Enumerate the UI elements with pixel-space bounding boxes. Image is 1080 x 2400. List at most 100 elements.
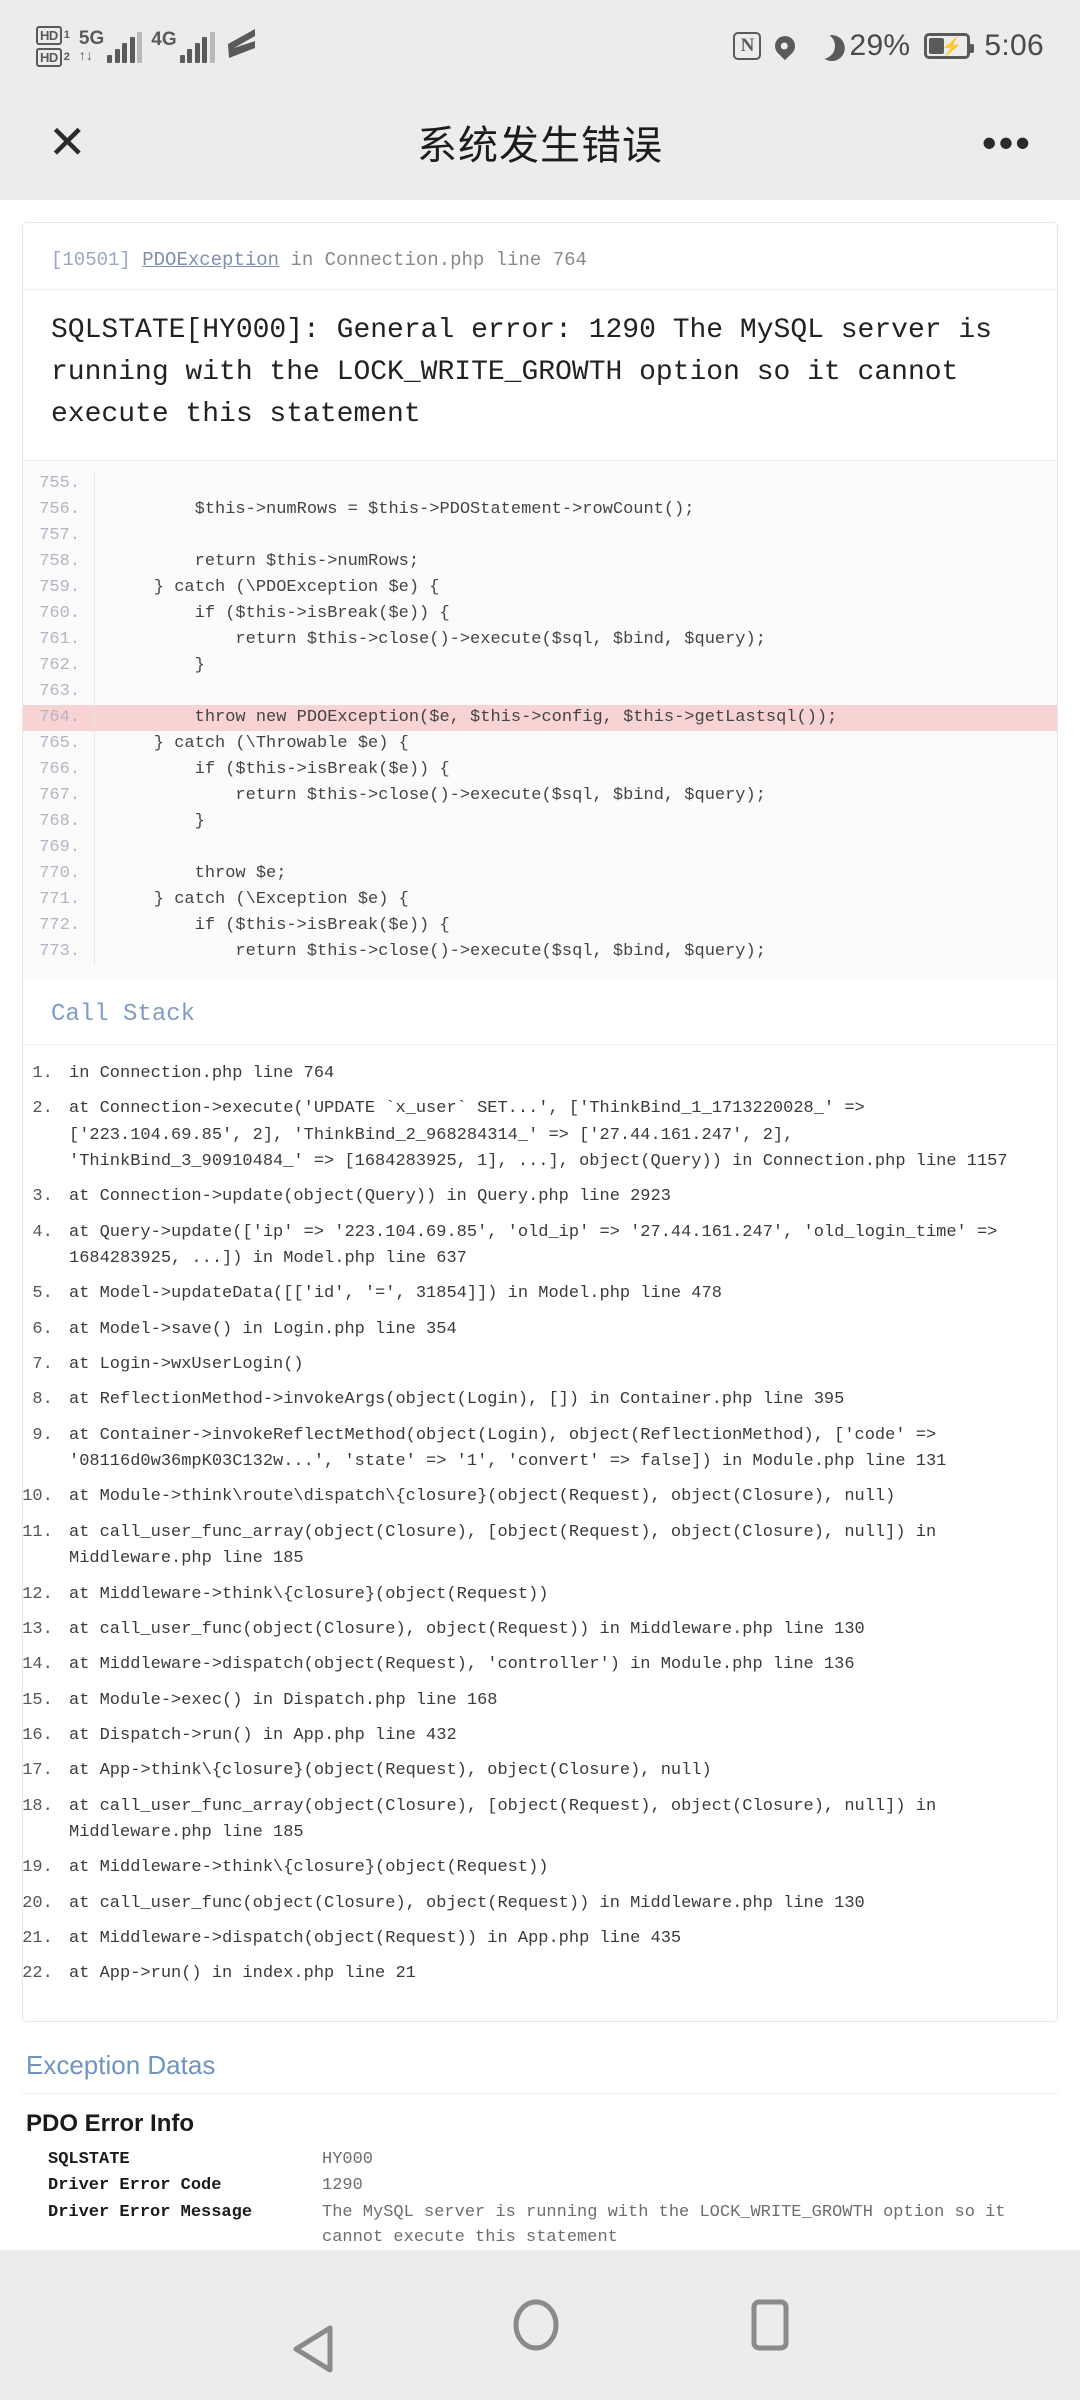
call-stack-item: at App->think\{closure}(object(Request),…	[63, 1758, 1029, 1784]
code-line-number: 771.	[23, 887, 95, 913]
status-bar-left: HD 1 HD 2 5G ↑↓ 4G	[36, 25, 258, 67]
sim1-data-arrows-icon: ↑↓	[78, 47, 93, 63]
do-not-disturb-moon-icon	[805, 29, 840, 64]
page-title: 系统发生错误	[417, 124, 663, 168]
call-stack-item: at Module->think\route\dispatch\{closure…	[63, 1484, 1029, 1510]
exception-datas-title: Exception Datas	[22, 2044, 1058, 2094]
exception-type-link[interactable]: PDOException	[142, 249, 279, 271]
exception-data-value: The MySQL server is running with the LOC…	[322, 2202, 1016, 2247]
call-stack-item: at Connection->execute('UPDATE `x_user` …	[63, 1096, 1029, 1175]
code-line-number: 759.	[23, 575, 95, 601]
exception-data-group: PDO Error Info SQLSTATE HY000 Driver Error …	[22, 2110, 1058, 2250]
call-stack-item: at Model->save() in Login.php line 354	[63, 1317, 1029, 1343]
call-stack-item: at call_user_func(object(Closure), objec…	[63, 1617, 1029, 1643]
code-line: 763.	[23, 679, 1057, 705]
exception-summary: [10501] PDOException in Connection.php l…	[51, 249, 1029, 271]
exception-data-row: Driver Error Code 1290	[22, 2174, 1058, 2199]
call-stack-item: at Connection->update(object(Query)) in …	[63, 1184, 1029, 1210]
code-line-text: } catch (\Exception $e) {	[113, 890, 409, 909]
hd1-indicator: HD 1	[36, 25, 70, 45]
home-circle-icon[interactable]	[512, 2299, 560, 2351]
code-line-text: throw new PDOException($e, $this->config…	[113, 708, 838, 727]
exception-location: in Connection.php line 764	[290, 249, 587, 271]
hd2-label: HD	[36, 47, 62, 67]
code-line-text: return $this->numRows;	[113, 552, 420, 571]
call-stack-item: at Middleware->dispatch(object(Request))…	[63, 1926, 1029, 1952]
heart-rate-icon	[224, 28, 258, 64]
code-line-number: 772.	[23, 913, 95, 939]
code-line-number: 769.	[23, 835, 95, 861]
nfc-icon: N	[733, 32, 762, 60]
sim2-signal-bars-icon	[179, 31, 215, 63]
back-triangle-icon[interactable]	[290, 2299, 333, 2373]
code-line: 757.	[23, 523, 1057, 549]
call-stack-item: at Container->invokeReflectMethod(object…	[63, 1423, 1029, 1476]
code-line-number: 768.	[23, 809, 95, 835]
code-line-text: $this->numRows = $this->PDOStatement->ro…	[113, 500, 695, 519]
code-line-text: return $this->close()->execute($sql, $bi…	[113, 786, 766, 805]
exception-header: [10501] PDOException in Connection.php l…	[23, 223, 1057, 290]
call-stack-item: at Middleware->think\{closure}(object(Re…	[63, 1582, 1029, 1608]
code-line: 758. return $this->numRows;	[23, 549, 1057, 575]
code-line-text: if ($this->isBreak($e)) {	[113, 916, 450, 935]
call-stack-title: Call Stack	[23, 979, 1057, 1045]
code-line-number: 762.	[23, 653, 95, 679]
sim1-network-label: 5G	[78, 28, 105, 49]
code-line-text: throw $e;	[113, 864, 287, 883]
code-line: 761. return $this->close()->execute($sql…	[23, 627, 1057, 653]
code-line: 762. }	[23, 653, 1057, 679]
more-options-icon[interactable]: •••	[982, 121, 1032, 163]
clock-label: 5:06	[984, 29, 1044, 62]
battery-percent-label: 29%	[849, 29, 911, 62]
call-stack-item: in Connection.php line 764	[63, 1061, 1029, 1087]
phone-screen: HD 1 HD 2 5G ↑↓ 4G N 29% ⚡ 5:06 ✕ 系统发生错误…	[0, 0, 1080, 2400]
code-line-number: 757.	[23, 523, 95, 549]
call-stack-item: at call_user_func(object(Closure), objec…	[63, 1891, 1029, 1917]
recent-apps-icon[interactable]	[750, 2299, 790, 2351]
exception-data-key: Driver Error Message	[48, 2202, 253, 2222]
code-line: 770. throw $e;	[23, 861, 1057, 887]
code-line: 755.	[23, 471, 1057, 497]
code-line-number: 755.	[23, 471, 95, 497]
call-stack-item: at Model->updateData([['id', '=', 31854]…	[63, 1281, 1029, 1307]
code-line: 759. } catch (\PDOException $e) {	[23, 575, 1057, 601]
code-line: 773. return $this->close()->execute($sql…	[23, 939, 1057, 965]
code-line: 756. $this->numRows = $this->PDOStatemen…	[23, 497, 1057, 523]
error-page-content: [10501] PDOException in Connection.php l…	[0, 200, 1080, 2250]
hd1-sim-number: 1	[63, 29, 70, 41]
call-stack-list: in Connection.php line 764 at Connection-…	[23, 1045, 1057, 2021]
code-line-text: return $this->close()->execute($sql, $bi…	[113, 942, 766, 961]
sim1-signal: 5G ↑↓	[78, 28, 143, 63]
source-code-block: 755. 756. $this->numRows = $this->PDOStat…	[23, 460, 1057, 979]
exception-data-value: HY000	[322, 2149, 374, 2169]
volte-hd-indicators: HD 1 HD 2	[36, 25, 70, 67]
code-line-number: 760.	[23, 601, 95, 627]
close-icon[interactable]: ✕	[48, 119, 87, 165]
call-stack-item: at Middleware->dispatch(object(Request),…	[63, 1652, 1029, 1678]
exception-message: SQLSTATE[HY000]: General error: 1290 The…	[51, 315, 992, 430]
exception-data-group-title: PDO Error Info	[26, 2109, 195, 2137]
code-line-text: return $this->close()->execute($sql, $bi…	[113, 630, 766, 649]
sim2-network-label: 4G	[151, 28, 177, 50]
code-line: 772. if ($this->isBreak($e)) {	[23, 913, 1057, 939]
code-line-number: 758.	[23, 549, 95, 575]
code-line-number: 767.	[23, 783, 95, 809]
status-bar: HD 1 HD 2 5G ↑↓ 4G N 29% ⚡ 5:06	[0, 0, 1080, 92]
code-line: 760. if ($this->isBreak($e)) {	[23, 601, 1057, 627]
exception-data-row: SQLSTATE HY000	[22, 2148, 1058, 2173]
battery-charging-icon: ⚡	[924, 33, 975, 59]
code-line-text: if ($this->isBreak($e)) {	[113, 760, 450, 779]
app-header: ✕ 系统发生错误 •••	[0, 92, 1080, 192]
sim1-signal-bars-icon	[107, 32, 143, 63]
call-stack-item: at Dispatch->run() in App.php line 432	[63, 1723, 1029, 1749]
code-line-number: 764.	[23, 705, 95, 731]
exception-data-key: SQLSTATE	[48, 2149, 130, 2169]
code-line: 765. } catch (\Throwable $e) {	[23, 731, 1057, 757]
exception-data-row: Driver Error Message The MySQL server is …	[22, 2201, 1058, 2250]
code-line: 769.	[23, 835, 1057, 861]
call-stack-item: at Login->wxUserLogin()	[63, 1352, 1029, 1378]
